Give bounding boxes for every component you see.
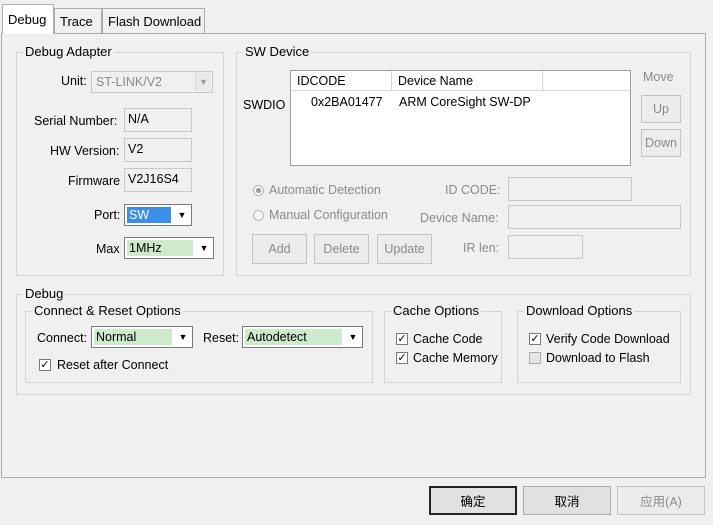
sw-device-list[interactable]: IDCODE Device Name 0x2BA01477 ARM CoreSi… <box>290 70 631 166</box>
idcode-input-label: ID CODE: <box>445 183 501 197</box>
column-header-empty <box>543 71 630 91</box>
cancel-button[interactable]: 取消 <box>523 486 611 515</box>
auto-detection-radio[interactable] <box>253 185 264 196</box>
reset-after-connect-checkbox[interactable]: ✓ <box>39 359 51 371</box>
manual-config-radio[interactable] <box>253 210 264 221</box>
port-label: Port: <box>94 208 121 222</box>
debug-group: Debug Connect & Reset Options Connect: N… <box>16 286 691 395</box>
device-name-input[interactable] <box>508 205 681 229</box>
apply-button[interactable]: 应用(A) <box>617 486 705 515</box>
chevron-down-icon: ▼ <box>345 328 361 346</box>
table-row[interactable]: 0x2BA01477 ARM CoreSight SW-DP <box>291 92 630 112</box>
swdio-label: SWDIO <box>243 98 286 112</box>
reset-select[interactable]: Autodetect ▼ <box>242 326 363 348</box>
add-device-button[interactable]: Add <box>252 234 307 264</box>
row-idcode: 0x2BA01477 <box>311 95 383 109</box>
update-device-button[interactable]: Update <box>377 234 432 264</box>
sw-device-group: SW Device SWDIO IDCODE Device Name 0x2BA… <box>236 44 691 276</box>
firmware-value: V2J16S4 <box>124 168 192 192</box>
column-header-device-name[interactable]: Device Name <box>392 71 543 91</box>
hw-version-value: V2 <box>124 138 192 162</box>
firmware-label: Firmware <box>68 174 121 188</box>
chevron-down-icon: ▼ <box>175 328 191 346</box>
move-up-button[interactable]: Up <box>641 95 681 123</box>
device-name-input-label: Device Name: <box>420 211 499 225</box>
column-header-idcode[interactable]: IDCODE <box>291 71 392 91</box>
debug-adapter-group: Debug Adapter Unit: ST-LINK/V2 ▼ Serial … <box>16 44 224 276</box>
connect-select[interactable]: Normal ▼ <box>91 326 193 348</box>
ok-button[interactable]: 确定 <box>429 486 517 515</box>
reset-label: Reset: <box>203 331 240 345</box>
manual-config-label: Manual Configuration <box>269 208 388 222</box>
auto-detection-label: Automatic Detection <box>269 183 381 197</box>
ir-len-input[interactable] <box>508 235 583 259</box>
checkmark-icon: ✓ <box>397 333 407 345</box>
cache-options-title: Cache Options <box>391 303 481 318</box>
max-clock-select[interactable]: 1MHz ▼ <box>124 237 214 259</box>
verify-code-download-checkbox[interactable]: ✓ <box>529 333 541 345</box>
cache-memory-checkbox[interactable]: ✓ <box>396 352 408 364</box>
serial-number-value: N/A <box>124 108 192 132</box>
connect-reset-title: Connect & Reset Options <box>32 303 183 318</box>
cache-code-label: Cache Code <box>413 332 483 346</box>
download-options-group: Download Options ✓ Verify Code Download … <box>517 303 681 383</box>
unit-label: Unit: <box>61 74 87 88</box>
cache-memory-label: Cache Memory <box>413 351 498 365</box>
delete-device-button[interactable]: Delete <box>314 234 369 264</box>
chevron-down-icon: ▼ <box>174 206 190 224</box>
checkmark-icon: ✓ <box>530 333 540 345</box>
connect-label: Connect: <box>37 331 88 345</box>
row-device-name: ARM CoreSight SW-DP <box>399 95 531 109</box>
unit-select[interactable]: ST-LINK/V2 ▼ <box>91 71 213 93</box>
tab-trace[interactable]: Trace <box>54 8 102 33</box>
hw-version-label: HW Version: <box>50 144 120 158</box>
download-options-title: Download Options <box>524 303 635 318</box>
verify-code-download-label: Verify Code Download <box>546 332 670 346</box>
serial-number-label: Serial Number: <box>34 114 118 128</box>
download-to-flash-checkbox[interactable] <box>529 352 541 364</box>
tab-debug[interactable]: Debug <box>2 4 54 34</box>
move-down-button[interactable]: Down <box>641 129 681 157</box>
reset-after-connect-label: Reset after Connect <box>57 358 169 372</box>
chevron-down-icon: ▼ <box>196 239 212 257</box>
debug-adapter-title: Debug Adapter <box>23 44 114 59</box>
checkmark-icon: ✓ <box>40 359 50 371</box>
cache-code-checkbox[interactable]: ✓ <box>396 333 408 345</box>
checkmark-icon: ✓ <box>397 352 407 364</box>
idcode-input[interactable] <box>508 177 632 201</box>
tab-panel-debug: Debug Adapter Unit: ST-LINK/V2 ▼ Serial … <box>1 33 706 478</box>
chevron-down-icon: ▼ <box>195 73 211 91</box>
ir-len-label: IR len: <box>463 241 500 255</box>
sw-device-title: SW Device <box>243 44 312 59</box>
connect-reset-group: Connect & Reset Options Connect: Normal … <box>25 303 373 383</box>
port-select[interactable]: SW ▼ <box>124 204 192 226</box>
cache-options-group: Cache Options ✓ Cache Code ✓ Cache Memor… <box>384 303 502 383</box>
max-clock-label: Max <box>96 242 120 256</box>
move-label: Move <box>643 70 674 84</box>
download-to-flash-label: Download to Flash <box>546 351 650 365</box>
debug-title: Debug <box>23 286 66 301</box>
tab-flash-download[interactable]: Flash Download <box>102 8 205 33</box>
